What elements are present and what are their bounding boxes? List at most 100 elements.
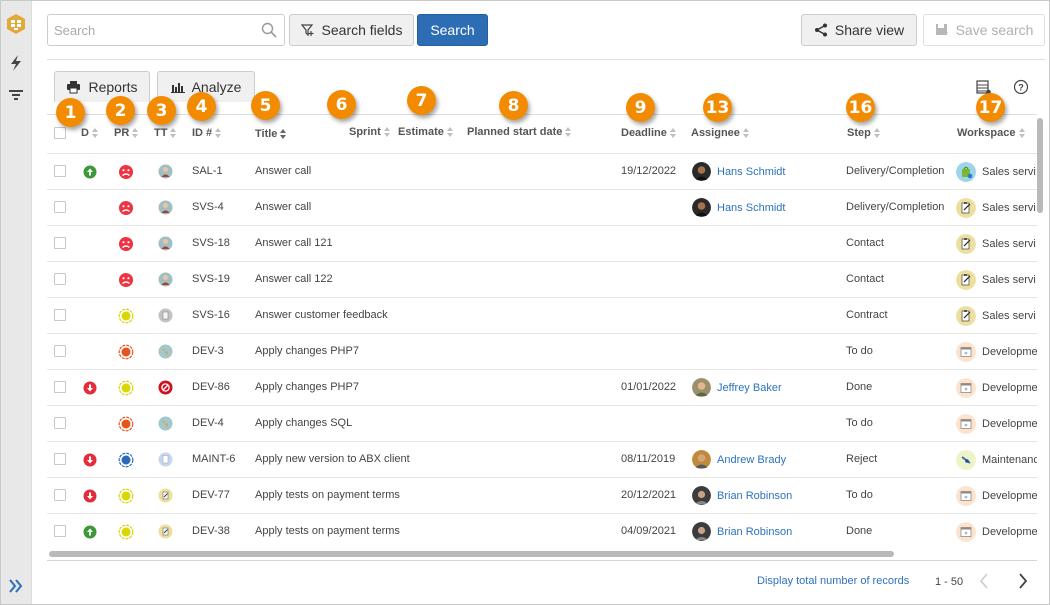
column-header-planned-start-date[interactable]: Planned start date	[467, 126, 572, 138]
record-id[interactable]: MAINT-6	[192, 453, 235, 465]
assignee-name[interactable]: Andrew Brady	[717, 454, 786, 466]
record-assignee[interactable]: Hans Schmidt	[692, 198, 785, 217]
assignee-name[interactable]: Hans Schmidt	[717, 166, 785, 178]
table-row[interactable]: SVS-18 Answer call 121 Contact Sales servi	[47, 225, 1037, 261]
table-row[interactable]: SVS-4 Answer call Hans Schmidt Delivery/Com…	[47, 189, 1037, 225]
record-title[interactable]: Answer call 121	[255, 237, 333, 249]
table-row[interactable]: MAINT-6 Apply new version to ABX client 08…	[47, 441, 1037, 477]
record-id[interactable]: DEV-77	[192, 489, 230, 501]
search-fields-button[interactable]: Search fields	[289, 14, 414, 46]
record-id[interactable]: DEV-4	[192, 417, 224, 429]
expand-sidebar-icon[interactable]	[7, 577, 25, 595]
search-button[interactable]: Search	[417, 14, 488, 46]
column-header-tt[interactable]: TT	[154, 127, 177, 139]
filter-icon[interactable]	[8, 88, 24, 102]
task-type-indicator	[158, 308, 173, 323]
record-id[interactable]: DEV-86	[192, 381, 230, 393]
table-row[interactable]: DEV-86 Apply changes PHP7 01/01/2022 Jeffre…	[47, 369, 1037, 405]
row-checkbox[interactable]	[54, 201, 66, 213]
table-row[interactable]: DEV-77 Apply tests on payment terms 20/12/…	[47, 477, 1037, 513]
display-total-records-link[interactable]: Display total number of records	[757, 575, 909, 587]
column-header-workspace[interactable]: Workspace	[957, 127, 1025, 139]
record-assignee[interactable]: Andrew Brady	[692, 450, 786, 469]
column-header-deadline[interactable]: Deadline	[621, 127, 676, 139]
search-field[interactable]	[47, 14, 285, 46]
record-workspace: Sales servi	[956, 306, 1037, 326]
row-checkbox[interactable]	[54, 309, 66, 321]
record-id[interactable]: DEV-38	[192, 525, 230, 537]
row-checkbox[interactable]	[54, 273, 66, 285]
column-label: ID #	[192, 127, 213, 139]
column-header-sprint[interactable]: Sprint	[349, 126, 390, 138]
bolt-icon[interactable]	[8, 54, 24, 72]
search-input[interactable]	[54, 21, 254, 39]
assignee-avatar	[692, 378, 711, 397]
share-view-button[interactable]: Share view	[801, 14, 917, 46]
record-assignee[interactable]: Brian Robinson	[692, 522, 792, 541]
assignee-name[interactable]: Hans Schmidt	[717, 202, 785, 214]
vertical-scrollbar[interactable]	[1037, 118, 1043, 213]
column-label: TT	[154, 127, 168, 139]
assignee-avatar	[692, 162, 711, 181]
table-row[interactable]: SAL-1 Answer call 19/12/2022 Hans Schmidt De…	[47, 153, 1037, 189]
record-assignee[interactable]: Hans Schmidt	[692, 162, 785, 181]
record-id[interactable]: SVS-18	[192, 237, 230, 249]
horizontal-scrollbar[interactable]	[49, 551, 894, 557]
row-checkbox[interactable]	[54, 237, 66, 249]
priority-ring-yellow-icon	[118, 308, 134, 324]
column-header-assignee[interactable]: Assignee	[691, 127, 749, 139]
column-header-d[interactable]: D	[81, 127, 98, 139]
row-checkbox[interactable]	[54, 525, 66, 537]
record-title[interactable]: Apply tests on payment terms	[255, 489, 400, 501]
record-workspace: Sales servi	[956, 270, 1037, 290]
priority-ring-orange-icon	[118, 416, 134, 432]
record-title[interactable]: Answer call	[255, 201, 311, 213]
help-icon[interactable]: ?	[1013, 79, 1029, 95]
record-title[interactable]: Answer call 122	[255, 273, 333, 285]
record-assignee[interactable]: Brian Robinson	[692, 486, 792, 505]
app-logo-icon[interactable]	[5, 13, 27, 35]
direction-indicator	[83, 453, 97, 467]
record-id[interactable]: SAL-1	[192, 165, 223, 177]
row-checkbox[interactable]	[54, 165, 66, 177]
record-title[interactable]: Apply new version to ABX client	[255, 453, 410, 465]
record-title[interactable]: Apply changes SQL	[255, 417, 352, 429]
record-title[interactable]: Answer call	[255, 165, 311, 177]
row-checkbox[interactable]	[54, 345, 66, 357]
select-all-checkbox[interactable]	[54, 127, 66, 139]
row-checkbox[interactable]	[54, 489, 66, 501]
previous-page-button[interactable]	[979, 572, 989, 590]
record-id[interactable]: SVS-4	[192, 201, 224, 213]
row-checkbox[interactable]	[54, 453, 66, 465]
search-icon[interactable]	[261, 22, 277, 38]
column-header-estimate[interactable]: Estimate	[398, 126, 453, 138]
assignee-name[interactable]: Brian Robinson	[717, 526, 792, 538]
table-row[interactable]: DEV-38 Apply tests on payment terms 04/09/…	[47, 513, 1037, 549]
row-checkbox[interactable]	[54, 381, 66, 393]
assignee-name[interactable]: Brian Robinson	[717, 490, 792, 502]
row-checkbox[interactable]	[54, 417, 66, 429]
table-row[interactable]: SVS-19 Answer call 122 Contact Sales servi	[47, 261, 1037, 297]
record-title[interactable]: Apply changes PHP7	[255, 345, 359, 357]
column-header-id[interactable]: ID #	[192, 127, 222, 139]
record-id[interactable]: SVS-16	[192, 309, 230, 321]
save-search-button[interactable]: Save search	[923, 14, 1045, 46]
assignee-avatar	[692, 486, 711, 505]
direction-indicator	[83, 381, 97, 395]
table-row[interactable]: DEV-4 Apply changes SQL To do Developme	[47, 405, 1037, 441]
table-row[interactable]: DEV-3 Apply changes PHP7 To do Developme	[47, 333, 1037, 369]
column-header-step[interactable]: Step	[847, 127, 880, 139]
record-id[interactable]: SVS-19	[192, 273, 230, 285]
column-header-title[interactable]: Title	[255, 128, 287, 140]
next-page-button[interactable]	[1018, 572, 1028, 590]
column-header-pr[interactable]: PR	[114, 127, 139, 139]
record-title[interactable]: Answer customer feedback	[255, 309, 388, 321]
table-row[interactable]: SVS-16 Answer customer feedback Contract Sa…	[47, 297, 1037, 333]
priority-indicator	[118, 452, 134, 468]
record-assignee[interactable]: Jeffrey Baker	[692, 378, 782, 397]
record-id[interactable]: DEV-3	[192, 345, 224, 357]
record-title[interactable]: Apply changes PHP7	[255, 381, 359, 393]
assignee-name[interactable]: Jeffrey Baker	[717, 382, 782, 394]
record-title[interactable]: Apply tests on payment terms	[255, 525, 400, 537]
bar-chart-icon	[170, 83, 185, 93]
